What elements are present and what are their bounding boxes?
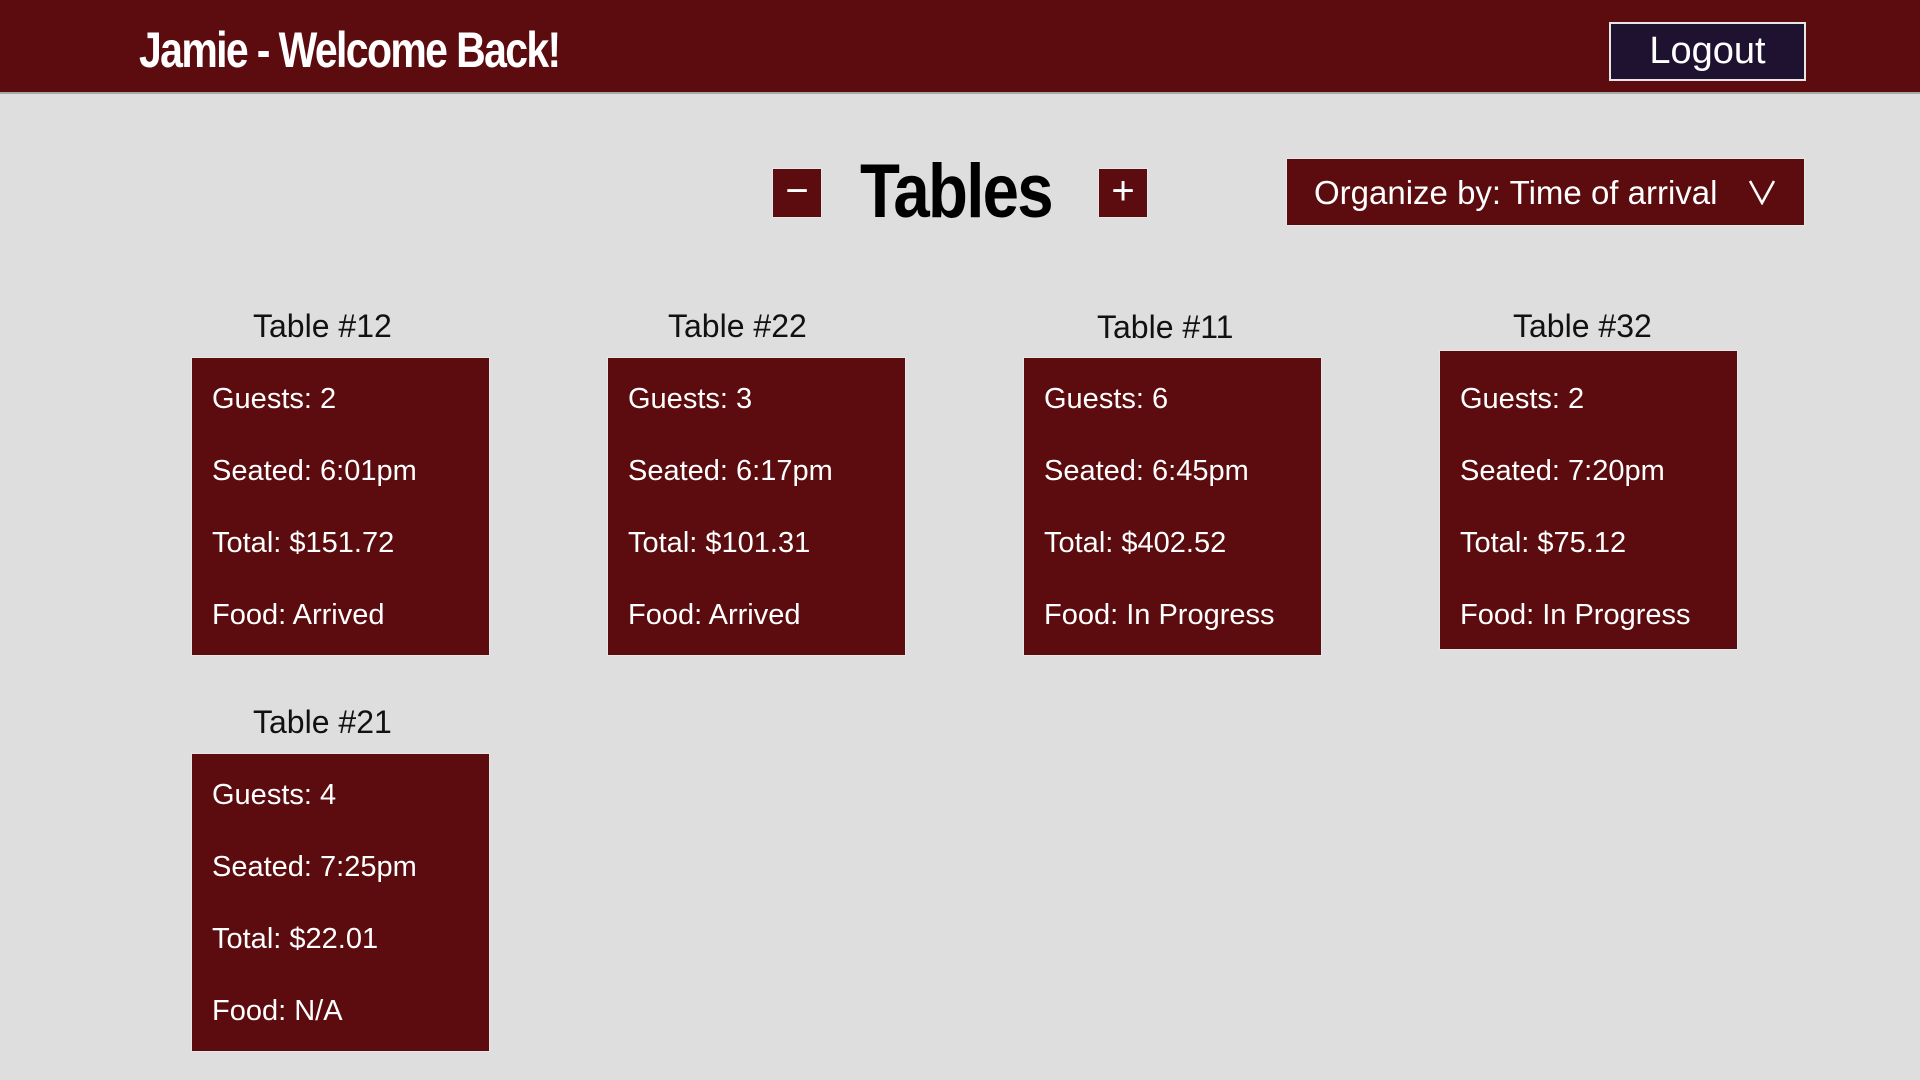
seated-text: Seated: 7:25pm <box>212 851 417 883</box>
chevron-down-icon <box>1748 180 1776 205</box>
total-text: Total: $22.01 <box>212 923 379 955</box>
table-label: Table #22 <box>668 308 807 344</box>
food-status-text: Food: N/A <box>212 995 343 1027</box>
guests-text: Guests: 4 <box>212 779 337 811</box>
welcome-title: Jamie - Welcome Back! <box>139 22 561 78</box>
guests-text: Guests: 2 <box>1460 383 1585 415</box>
guests-text: Guests: 6 <box>1044 383 1169 415</box>
seated-text: Seated: 6:01pm <box>212 455 417 487</box>
total-text: Total: $151.72 <box>212 527 395 559</box>
guests-text: Guests: 3 <box>628 383 753 415</box>
table-label: Table #11 <box>1097 309 1234 345</box>
organize-dropdown[interactable]: Organize by: Time of arrival <box>1286 158 1805 226</box>
header-bar: Jamie - Welcome Back! Logout <box>0 0 1920 94</box>
table-label: Table #21 <box>253 704 392 740</box>
total-text: Total: $75.12 <box>1460 527 1627 559</box>
seated-text: Seated: 6:17pm <box>628 455 833 487</box>
total-text: Total: $402.52 <box>1044 527 1227 559</box>
food-status-text: Food: Arrived <box>212 599 385 631</box>
table-card[interactable]: Guests: 6 Seated: 6:45pm Total: $402.52 … <box>1023 357 1322 656</box>
table-card[interactable]: Guests: 3 Seated: 6:17pm Total: $101.31 … <box>607 357 906 656</box>
guests-text: Guests: 2 <box>212 383 337 415</box>
table-card[interactable]: Guests: 2 Seated: 7:20pm Total: $75.12 F… <box>1439 350 1738 650</box>
organize-label: Organize by: Time of arrival <box>1314 174 1718 211</box>
add-table-button[interactable]: + <box>1098 168 1148 218</box>
table-card[interactable]: Guests: 4 Seated: 7:25pm Total: $22.01 F… <box>191 753 490 1052</box>
remove-table-button[interactable]: − <box>772 168 822 218</box>
table-card[interactable]: Guests: 2 Seated: 6:01pm Total: $151.72 … <box>191 357 490 656</box>
table-label: Table #12 <box>253 308 392 344</box>
logout-button[interactable]: Logout <box>1609 22 1806 81</box>
total-text: Total: $101.31 <box>628 527 811 559</box>
page-title: Tables <box>860 149 1054 234</box>
food-status-text: Food: Arrived <box>628 599 801 631</box>
seated-text: Seated: 6:45pm <box>1044 455 1249 487</box>
table-label: Table #32 <box>1513 308 1652 344</box>
food-status-text: Food: In Progress <box>1044 599 1275 631</box>
seated-text: Seated: 7:20pm <box>1460 455 1665 487</box>
food-status-text: Food: In Progress <box>1460 599 1691 631</box>
